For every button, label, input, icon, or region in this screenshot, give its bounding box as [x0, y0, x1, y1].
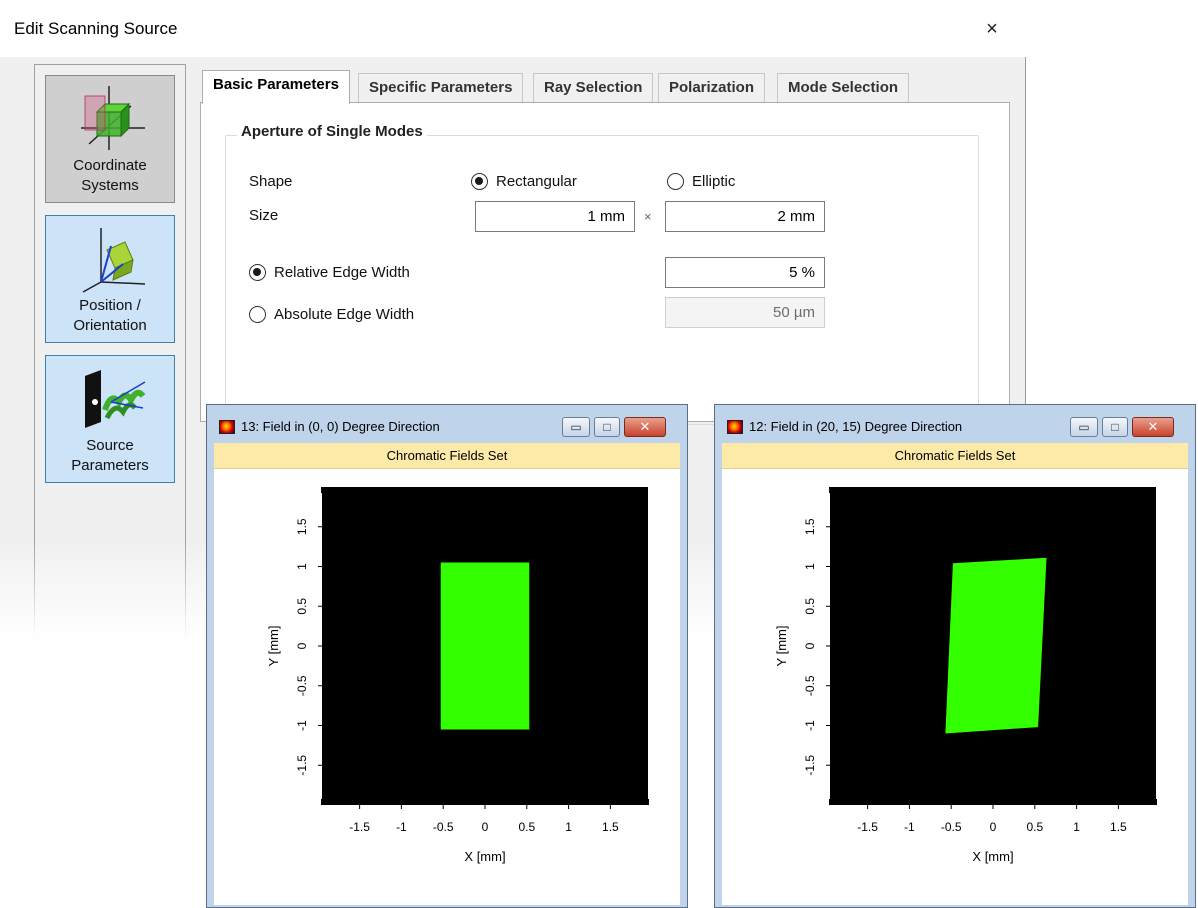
field-window-icon — [727, 420, 743, 434]
field-window-icon — [219, 420, 235, 434]
basic-parameters-page: Aperture of Single Modes Shape Rectangul… — [200, 102, 1010, 425]
x-tick-label: -0.5 — [941, 820, 962, 834]
field-plot-area[interactable]: -1.5 -1 -0.5 0 0.5 1 1.5 1.5 1 0.5 0 -0.5 -1 -1.5 X [m… — [722, 469, 1188, 905]
minimize-icon: ▭ — [570, 420, 582, 434]
tab-ray-selection[interactable]: Ray Selection — [533, 73, 654, 103]
field-aperture-shape — [440, 562, 530, 730]
window-title: 13: Field in (0, 0) Degree Direction — [241, 419, 440, 434]
y-axis-label: Y [mm] — [774, 626, 789, 667]
size-x-field[interactable]: 1 mm — [475, 201, 635, 232]
y-tick-label: -1 — [295, 720, 309, 731]
dialog-title: Edit Scanning Source — [14, 19, 178, 38]
window-titlebar[interactable]: 13: Field in (0, 0) Degree Direction ▭ □… — [207, 405, 687, 443]
field-window-20-15[interactable]: 12: Field in (20, 15) Degree Direction ▭… — [714, 404, 1196, 908]
aperture-group-title: Aperture of Single Modes — [237, 123, 427, 140]
shape-rectangular-label[interactable]: Rectangular — [496, 173, 577, 190]
shape-elliptic-radio[interactable] — [667, 173, 684, 190]
position-orientation-icon — [82, 228, 146, 293]
maximize-button[interactable]: □ — [1102, 417, 1128, 437]
y-tick-label: 1.5 — [803, 518, 817, 535]
y-tick-label: 1.5 — [295, 518, 309, 535]
field-aperture-shape — [945, 557, 1047, 734]
field-plot-1[interactable]: -1.5 -1 -0.5 0 0.5 1 1.5 1.5 1 0.5 0 -0.5 -1 -1.5 X [m… — [722, 469, 1188, 905]
y-tick-label: -0.5 — [295, 675, 309, 696]
x-tick-label: -1 — [904, 820, 915, 834]
y-tick-label: -0.5 — [803, 675, 817, 696]
x-tick-label: 0.5 — [518, 820, 535, 834]
minimize-icon: ▭ — [1078, 420, 1090, 434]
size-separator: × — [644, 209, 652, 224]
maximize-button[interactable]: □ — [594, 417, 620, 437]
x-tick-label: -1 — [396, 820, 407, 834]
relative-edge-width-label[interactable]: Relative Edge Width — [274, 264, 410, 281]
absolute-edge-width-field: 50 µm — [665, 297, 825, 328]
chromatic-fields-band: Chromatic Fields Set — [214, 443, 680, 469]
maximize-icon: □ — [603, 420, 611, 434]
relative-edge-width-radio[interactable] — [249, 264, 266, 281]
x-axis-label: X [mm] — [972, 849, 1013, 864]
tab-specific-parameters[interactable]: Specific Parameters — [358, 73, 524, 103]
shape-rectangular-radio[interactable] — [471, 173, 488, 190]
chromatic-fields-band: Chromatic Fields Set — [722, 443, 1188, 469]
close-icon: ✕ — [1147, 419, 1159, 434]
x-tick-label: -1.5 — [349, 820, 370, 834]
close-icon[interactable]: × — [962, 12, 1022, 48]
x-axis-label: X [mm] — [464, 849, 505, 864]
window-close-button[interactable]: ✕ — [1132, 417, 1174, 437]
absolute-edge-width-radio[interactable] — [249, 306, 266, 323]
size-y-field[interactable]: 2 mm — [665, 201, 825, 232]
tab-polarization[interactable]: Polarization — [658, 73, 766, 103]
nav-position-orientation-button[interactable]: Position / Orientation — [45, 215, 175, 343]
window-close-button[interactable]: ✕ — [624, 417, 666, 437]
shape-elliptic-label[interactable]: Elliptic — [692, 173, 735, 190]
relative-edge-width-field[interactable]: 5 % — [665, 257, 825, 288]
window-title: 12: Field in (20, 15) Degree Direction — [749, 419, 963, 434]
y-tick-label: 0 — [803, 642, 817, 649]
y-tick-label: 1 — [803, 563, 817, 570]
x-tick-label: 1.5 — [1110, 820, 1127, 834]
size-label: Size — [249, 207, 279, 224]
maximize-icon: □ — [1111, 420, 1119, 434]
close-icon: ✕ — [639, 419, 651, 434]
y-tick-label: 1 — [295, 563, 309, 570]
x-tick-label: 0.5 — [1026, 820, 1043, 834]
source-parameters-icon — [85, 370, 146, 428]
x-tick-label: -1.5 — [857, 820, 878, 834]
field-plot-area[interactable]: -1.5 -1 -0.5 0 0.5 1 1.5 1.5 1 0.5 0 -0.5 -1 -1.5 X [m… — [214, 469, 680, 905]
x-tick-label: 1 — [565, 820, 572, 834]
y-tick-label: -1 — [803, 720, 817, 731]
window-titlebar[interactable]: 12: Field in (20, 15) Degree Direction ▭… — [715, 405, 1195, 443]
y-tick-label: 0 — [295, 642, 309, 649]
x-tick-label: 0 — [482, 820, 489, 834]
minimize-button[interactable]: ▭ — [562, 417, 590, 437]
y-tick-label: 0.5 — [803, 598, 817, 615]
nav-label-line1: Coordinate — [73, 157, 147, 174]
x-tick-label: 1.5 — [602, 820, 619, 834]
absolute-edge-width-label[interactable]: Absolute Edge Width — [274, 306, 414, 323]
y-axis-label: Y [mm] — [266, 626, 281, 667]
x-tick-label: 0 — [990, 820, 997, 834]
shape-label: Shape — [249, 173, 293, 190]
y-tick-label: -1.5 — [295, 755, 309, 776]
x-tick-label: -0.5 — [433, 820, 454, 834]
nav-label-line2: Orientation — [73, 317, 147, 334]
tab-mode-selection[interactable]: Mode Selection — [777, 73, 910, 103]
y-tick-label: 0.5 — [295, 598, 309, 615]
nav-label-line2: Systems — [81, 177, 139, 194]
minimize-button[interactable]: ▭ — [1070, 417, 1098, 437]
nav-label-line2: Parameters — [71, 457, 149, 474]
field-window-0-0[interactable]: 13: Field in (0, 0) Degree Direction ▭ □… — [206, 404, 688, 908]
nav-label-line1: Position / — [79, 297, 141, 314]
nav-source-parameters-button[interactable]: Source Parameters — [45, 355, 175, 483]
dialog-titlebar: Edit Scanning Source × — [0, 0, 1026, 57]
field-plot-0[interactable]: -1.5 -1 -0.5 0 0.5 1 1.5 1.5 1 0.5 0 -0.5 -1 -1.5 X [m… — [214, 469, 680, 905]
coordinate-systems-icon — [81, 86, 145, 150]
y-tick-label: -1.5 — [803, 755, 817, 776]
nav-label-line1: Source — [86, 437, 134, 454]
x-tick-label: 1 — [1073, 820, 1080, 834]
nav-coordinate-systems-button[interactable]: Coordinate Systems — [45, 75, 175, 203]
tab-basic-parameters[interactable]: Basic Parameters — [202, 70, 350, 104]
